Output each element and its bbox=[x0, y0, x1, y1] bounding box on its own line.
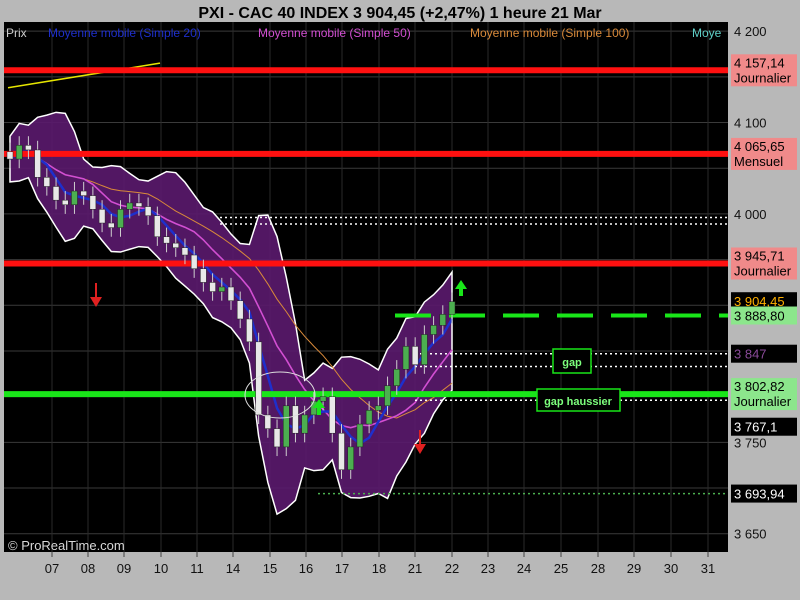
legend: Prix Moyenne mobile (Simple 20) Moyenne mo… bbox=[6, 26, 722, 40]
x-tick-label: 21 bbox=[408, 561, 422, 576]
candle-body bbox=[421, 334, 428, 365]
candle-body bbox=[108, 222, 115, 228]
candle-body bbox=[227, 286, 235, 301]
candle-body bbox=[384, 385, 391, 407]
candle-body bbox=[448, 301, 456, 315]
candle-body bbox=[375, 405, 382, 411]
x-tick-label: 15 bbox=[263, 561, 277, 576]
price-chart: gapgap haussier 4 157,14Journalier4 065,… bbox=[0, 0, 800, 600]
legend-item: Moyenne mobile (Simple 50) bbox=[258, 26, 411, 40]
candle-body bbox=[338, 432, 345, 471]
x-tick-label: 24 bbox=[517, 561, 531, 576]
level-label: 3 945,71 bbox=[734, 249, 785, 264]
candle-body bbox=[292, 405, 299, 434]
candle-body bbox=[80, 190, 87, 196]
candle-body bbox=[283, 405, 290, 448]
candle-body bbox=[181, 247, 189, 256]
candle-body bbox=[71, 190, 78, 206]
level-sublabel: Journalier bbox=[734, 70, 792, 85]
chart-title: PXI - CAC 40 INDEX 3 904,45 (+2,47%) 1 h… bbox=[198, 5, 601, 22]
candle-body bbox=[15, 145, 23, 160]
level-label: 3 693,94 bbox=[734, 487, 785, 502]
level-label: 4 157,14 bbox=[734, 55, 785, 70]
legend-item: Prix bbox=[6, 26, 27, 40]
level-sublabel: Mensuel bbox=[734, 154, 783, 169]
candle-body bbox=[209, 282, 216, 292]
candle-body bbox=[329, 396, 336, 434]
candle-body bbox=[347, 446, 354, 471]
legend-item: Moyenne mobile (Simple 100) bbox=[470, 26, 629, 40]
x-tick-label: 17 bbox=[335, 561, 349, 576]
candle-body bbox=[356, 423, 364, 448]
chart-root: gap gap haussier 4 157,14 Journalier 4 065,… bbox=[0, 0, 800, 600]
candle-body bbox=[163, 236, 170, 244]
candle-body bbox=[144, 206, 152, 216]
candle-body bbox=[98, 209, 106, 224]
y-tick-label: 3 750 bbox=[734, 435, 767, 450]
x-tick-label: 18 bbox=[372, 561, 386, 576]
candle-body bbox=[236, 300, 244, 320]
x-tick-label: 23 bbox=[481, 561, 495, 576]
x-tick-label: 07 bbox=[45, 561, 59, 576]
x-tick-label: 28 bbox=[591, 561, 605, 576]
level-sublabel: Journalier bbox=[734, 394, 792, 409]
legend-item: Moyenne mobile (Simple 20) bbox=[48, 26, 201, 40]
level-label: 4 065,65 bbox=[734, 139, 785, 154]
candle-body bbox=[126, 202, 133, 210]
level-label: 3 802,82 bbox=[734, 379, 785, 394]
y-tick-label: 4 200 bbox=[734, 24, 767, 39]
x-tick-label: 16 bbox=[299, 561, 313, 576]
level-label: 3 767,1 bbox=[734, 420, 777, 435]
x-tick-label: 22 bbox=[445, 561, 459, 576]
x-tick-label: 09 bbox=[117, 561, 131, 576]
x-tick-label: 10 bbox=[154, 561, 168, 576]
y-tick-label: 4 100 bbox=[734, 116, 767, 131]
level-label: 3 847 bbox=[734, 347, 767, 362]
candle-body bbox=[402, 346, 410, 370]
candle-body bbox=[190, 254, 198, 269]
candle-body bbox=[25, 145, 32, 151]
gap-label: gap bbox=[562, 357, 582, 369]
y-tick-label: 3 650 bbox=[734, 527, 767, 542]
x-tick-label: 25 bbox=[554, 561, 568, 576]
x-tick-label: 14 bbox=[226, 561, 240, 576]
up-arrow-shaft bbox=[459, 288, 463, 296]
candle-body bbox=[200, 268, 207, 283]
x-tick-label: 29 bbox=[627, 561, 641, 576]
candle-body bbox=[365, 410, 373, 425]
x-tick-label: 30 bbox=[664, 561, 678, 576]
x-tick-label: 08 bbox=[81, 561, 95, 576]
candle-body bbox=[43, 177, 51, 187]
candle-body bbox=[319, 396, 327, 402]
candle-body bbox=[246, 318, 253, 343]
candle-body bbox=[301, 414, 308, 434]
candle-body bbox=[52, 186, 60, 201]
gap-haussier-label: gap haussier bbox=[544, 396, 613, 408]
level-sublabel: Journalier bbox=[734, 264, 792, 279]
candle-body bbox=[89, 195, 97, 210]
x-tick-label: 31 bbox=[701, 561, 715, 576]
candle-body bbox=[135, 202, 143, 207]
candle-body bbox=[34, 149, 41, 178]
level-label: 3 888,80 bbox=[734, 309, 785, 324]
candle-body bbox=[117, 209, 124, 228]
candle-body bbox=[62, 199, 69, 206]
up-arrow-shaft bbox=[317, 407, 321, 415]
copyright-text: © ProRealTime.com bbox=[8, 538, 125, 553]
candle-body bbox=[6, 151, 14, 160]
candle-body bbox=[310, 400, 318, 416]
candle-body bbox=[273, 428, 281, 448]
candle-body bbox=[172, 242, 179, 248]
candle-body bbox=[154, 215, 161, 237]
legend-item: Moye bbox=[692, 26, 722, 40]
y-tick-label: 4 000 bbox=[734, 207, 767, 222]
candle-body bbox=[218, 286, 226, 292]
x-tick-label: 11 bbox=[190, 561, 204, 576]
candle-body bbox=[430, 325, 437, 335]
candle-body bbox=[393, 368, 400, 386]
candle-body bbox=[411, 346, 419, 365]
candle-body bbox=[439, 314, 447, 326]
